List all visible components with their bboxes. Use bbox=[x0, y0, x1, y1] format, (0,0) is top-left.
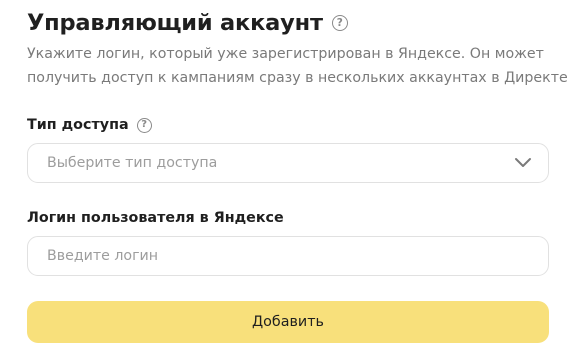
access-type-select[interactable]: Выберите тип доступа bbox=[27, 143, 549, 183]
chevron-down-icon bbox=[515, 158, 531, 167]
access-type-placeholder: Выберите тип доступа bbox=[47, 155, 218, 171]
login-field-wrapper bbox=[27, 236, 549, 276]
description-line-1: Укажите логин, который уже зарегистриров… bbox=[27, 46, 544, 62]
access-type-label: Тип доступа bbox=[27, 117, 129, 133]
access-type-label-row: Тип доступа ? bbox=[27, 117, 152, 133]
add-button[interactable]: Добавить bbox=[27, 301, 549, 343]
description: Укажите логин, который уже зарегистриров… bbox=[27, 42, 568, 90]
login-label: Логин пользователя в Яндексе bbox=[27, 210, 284, 226]
login-label-row: Логин пользователя в Яндексе bbox=[27, 210, 284, 226]
question-circle-icon[interactable]: ? bbox=[331, 15, 348, 31]
question-circle-icon[interactable]: ? bbox=[136, 117, 152, 133]
login-input[interactable] bbox=[47, 248, 517, 264]
managing-account-form: Управляющий аккаунт ? Укажите логин, кот… bbox=[0, 0, 573, 363]
page-title: Управляющий аккаунт bbox=[27, 10, 323, 36]
description-line-2: получить доступ к кампаниям сразу в неск… bbox=[27, 70, 568, 86]
title-row: Управляющий аккаунт ? bbox=[27, 6, 348, 40]
